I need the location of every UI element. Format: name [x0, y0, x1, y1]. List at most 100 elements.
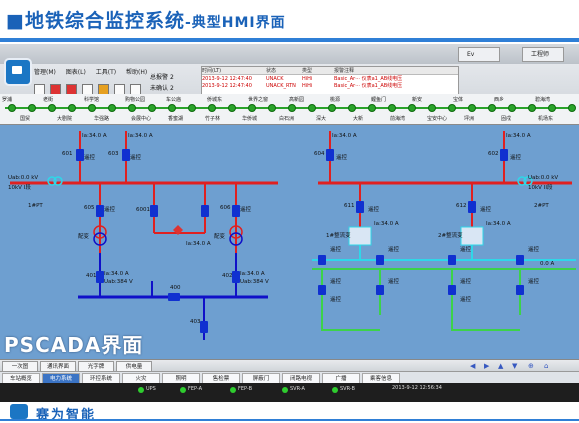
station-label[interactable]: 会展中心 [131, 115, 151, 122]
breaker-401[interactable] [96, 271, 104, 283]
station-dot[interactable] [488, 104, 496, 112]
station-label[interactable]: 新安 [412, 96, 422, 103]
breaker-403[interactable] [200, 321, 208, 333]
station-label[interactable]: 竹子林 [205, 115, 220, 122]
dc-breaker[interactable] [376, 255, 384, 265]
station-label[interactable]: 侨城东 [207, 96, 222, 103]
station-label[interactable]: 坪洲 [464, 115, 474, 122]
alarm-row[interactable]: 2013-9-12 12:47:40 UNACK_RTN HiHi Basic_Ar·… [202, 82, 458, 89]
station-label[interactable]: 大剧院 [57, 115, 72, 122]
breaker-611[interactable] [356, 201, 364, 213]
rectifier-label: 2#整流变 [438, 231, 463, 239]
fep-a-status-icon [180, 387, 186, 393]
breaker-6001[interactable] [150, 205, 158, 217]
breaker-606[interactable] [232, 205, 240, 217]
dc-breaker[interactable] [448, 255, 456, 265]
station-dot[interactable] [208, 104, 216, 112]
breaker-bus-tie[interactable] [201, 205, 209, 217]
station-dot[interactable] [408, 104, 416, 112]
station-dot[interactable] [268, 104, 276, 112]
dc-breaker[interactable] [516, 285, 524, 295]
bus-voltage-label: Uab:0.0 kV [8, 175, 38, 181]
station-dot[interactable] [88, 104, 96, 112]
station-label[interactable]: 深大 [316, 115, 326, 122]
station-dot[interactable] [168, 104, 176, 112]
station-label[interactable]: 西乡 [494, 96, 504, 103]
station-dot[interactable] [328, 104, 336, 112]
line-label: 10kV I段 [8, 183, 31, 191]
station-dot[interactable] [188, 104, 196, 112]
dc-breaker[interactable] [318, 255, 326, 265]
rectifier-2-icon[interactable] [460, 226, 484, 246]
station-dot[interactable] [48, 104, 56, 112]
station-label[interactable]: 罗浦 [2, 96, 12, 103]
breaker-402[interactable] [232, 271, 240, 283]
station-dot[interactable] [28, 104, 36, 112]
reading-label: Ia:34.0 A [486, 221, 511, 227]
remote-label: 遥控 [460, 277, 472, 285]
station-dot[interactable] [248, 104, 256, 112]
station-label[interactable]: 华强路 [94, 115, 109, 122]
station-dot[interactable] [8, 104, 16, 112]
station-dot[interactable] [68, 104, 76, 112]
station-dot[interactable] [448, 104, 456, 112]
station-label[interactable]: 机场东 [538, 115, 553, 122]
breaker-612[interactable] [468, 201, 476, 213]
station-dot[interactable] [568, 104, 576, 112]
station-dot[interactable] [288, 104, 296, 112]
alarm-list-header: 时间(LT) 状态 类型 报警注释 [202, 67, 458, 75]
station-dot[interactable] [148, 104, 156, 112]
station-label[interactable]: 高新园 [289, 96, 304, 103]
station-dot[interactable] [108, 104, 116, 112]
station-dot[interactable] [228, 104, 236, 112]
bus-voltage-label: Uab:0.0 kV [528, 175, 558, 181]
station-label[interactable]: 桃源 [330, 96, 340, 103]
breaker-605[interactable] [96, 205, 104, 217]
station-label[interactable]: 华侨城 [242, 115, 257, 122]
breaker-601[interactable] [76, 149, 84, 161]
station-label[interactable]: 大新 [353, 115, 363, 122]
station-label[interactable]: 前海湾 [390, 115, 405, 122]
dc-breaker[interactable] [318, 285, 326, 295]
station-dot[interactable] [468, 104, 476, 112]
dc-breaker[interactable] [376, 285, 384, 295]
station-label[interactable]: 车公庙 [166, 96, 181, 103]
station-label[interactable]: 国贸 [20, 115, 30, 122]
station-label[interactable]: 科学馆 [84, 96, 99, 103]
station-label[interactable]: 老街 [43, 96, 53, 103]
station-dot[interactable] [128, 104, 136, 112]
station-label[interactable]: 香蜜湖 [168, 115, 183, 122]
menu-item-charts[interactable]: 图表(L) [66, 69, 86, 76]
window-tab-left[interactable]: Ev [458, 47, 500, 62]
menu-item-manage[interactable]: 管理(M) [34, 69, 56, 76]
rectifier-1-icon[interactable] [348, 226, 372, 246]
menu-item-tools[interactable]: 工具(T) [96, 69, 116, 76]
station-dot[interactable] [308, 104, 316, 112]
station-dot[interactable] [348, 104, 356, 112]
station-label[interactable]: 世界之窗 [248, 96, 268, 103]
breaker-603[interactable] [122, 149, 130, 161]
station-dot[interactable] [528, 104, 536, 112]
station-label[interactable]: 宝安中心 [427, 115, 447, 122]
breaker-602[interactable] [500, 149, 508, 161]
window-tab-right[interactable]: 工程师 [522, 47, 564, 62]
station-label[interactable]: 白石洲 [279, 115, 294, 122]
station-label[interactable]: 宝体 [453, 96, 463, 103]
dc-breaker[interactable] [448, 285, 456, 295]
station-dot[interactable] [368, 104, 376, 112]
station-label[interactable]: 固戍 [501, 115, 511, 122]
dc-breaker[interactable] [516, 255, 524, 265]
breaker-400[interactable] [168, 293, 180, 301]
station-label[interactable]: 鲤鱼门 [371, 96, 386, 103]
station-dot[interactable] [388, 104, 396, 112]
pt-label: 2#PT [534, 203, 549, 209]
station-dot[interactable] [508, 104, 516, 112]
menu-item-help[interactable]: 帮助(H) [126, 69, 147, 76]
alarm-row[interactable]: 2013-9-12 12:47:40 UNACK HiHi Basic_Ar··· 仪… [202, 75, 458, 82]
remote-label: 遥控 [336, 153, 348, 161]
station-label[interactable]: 碧海湾 [535, 96, 550, 103]
station-dot[interactable] [428, 104, 436, 112]
station-label[interactable]: 购物公园 [125, 96, 145, 103]
breaker-604[interactable] [326, 149, 334, 161]
station-dot[interactable] [548, 104, 556, 112]
